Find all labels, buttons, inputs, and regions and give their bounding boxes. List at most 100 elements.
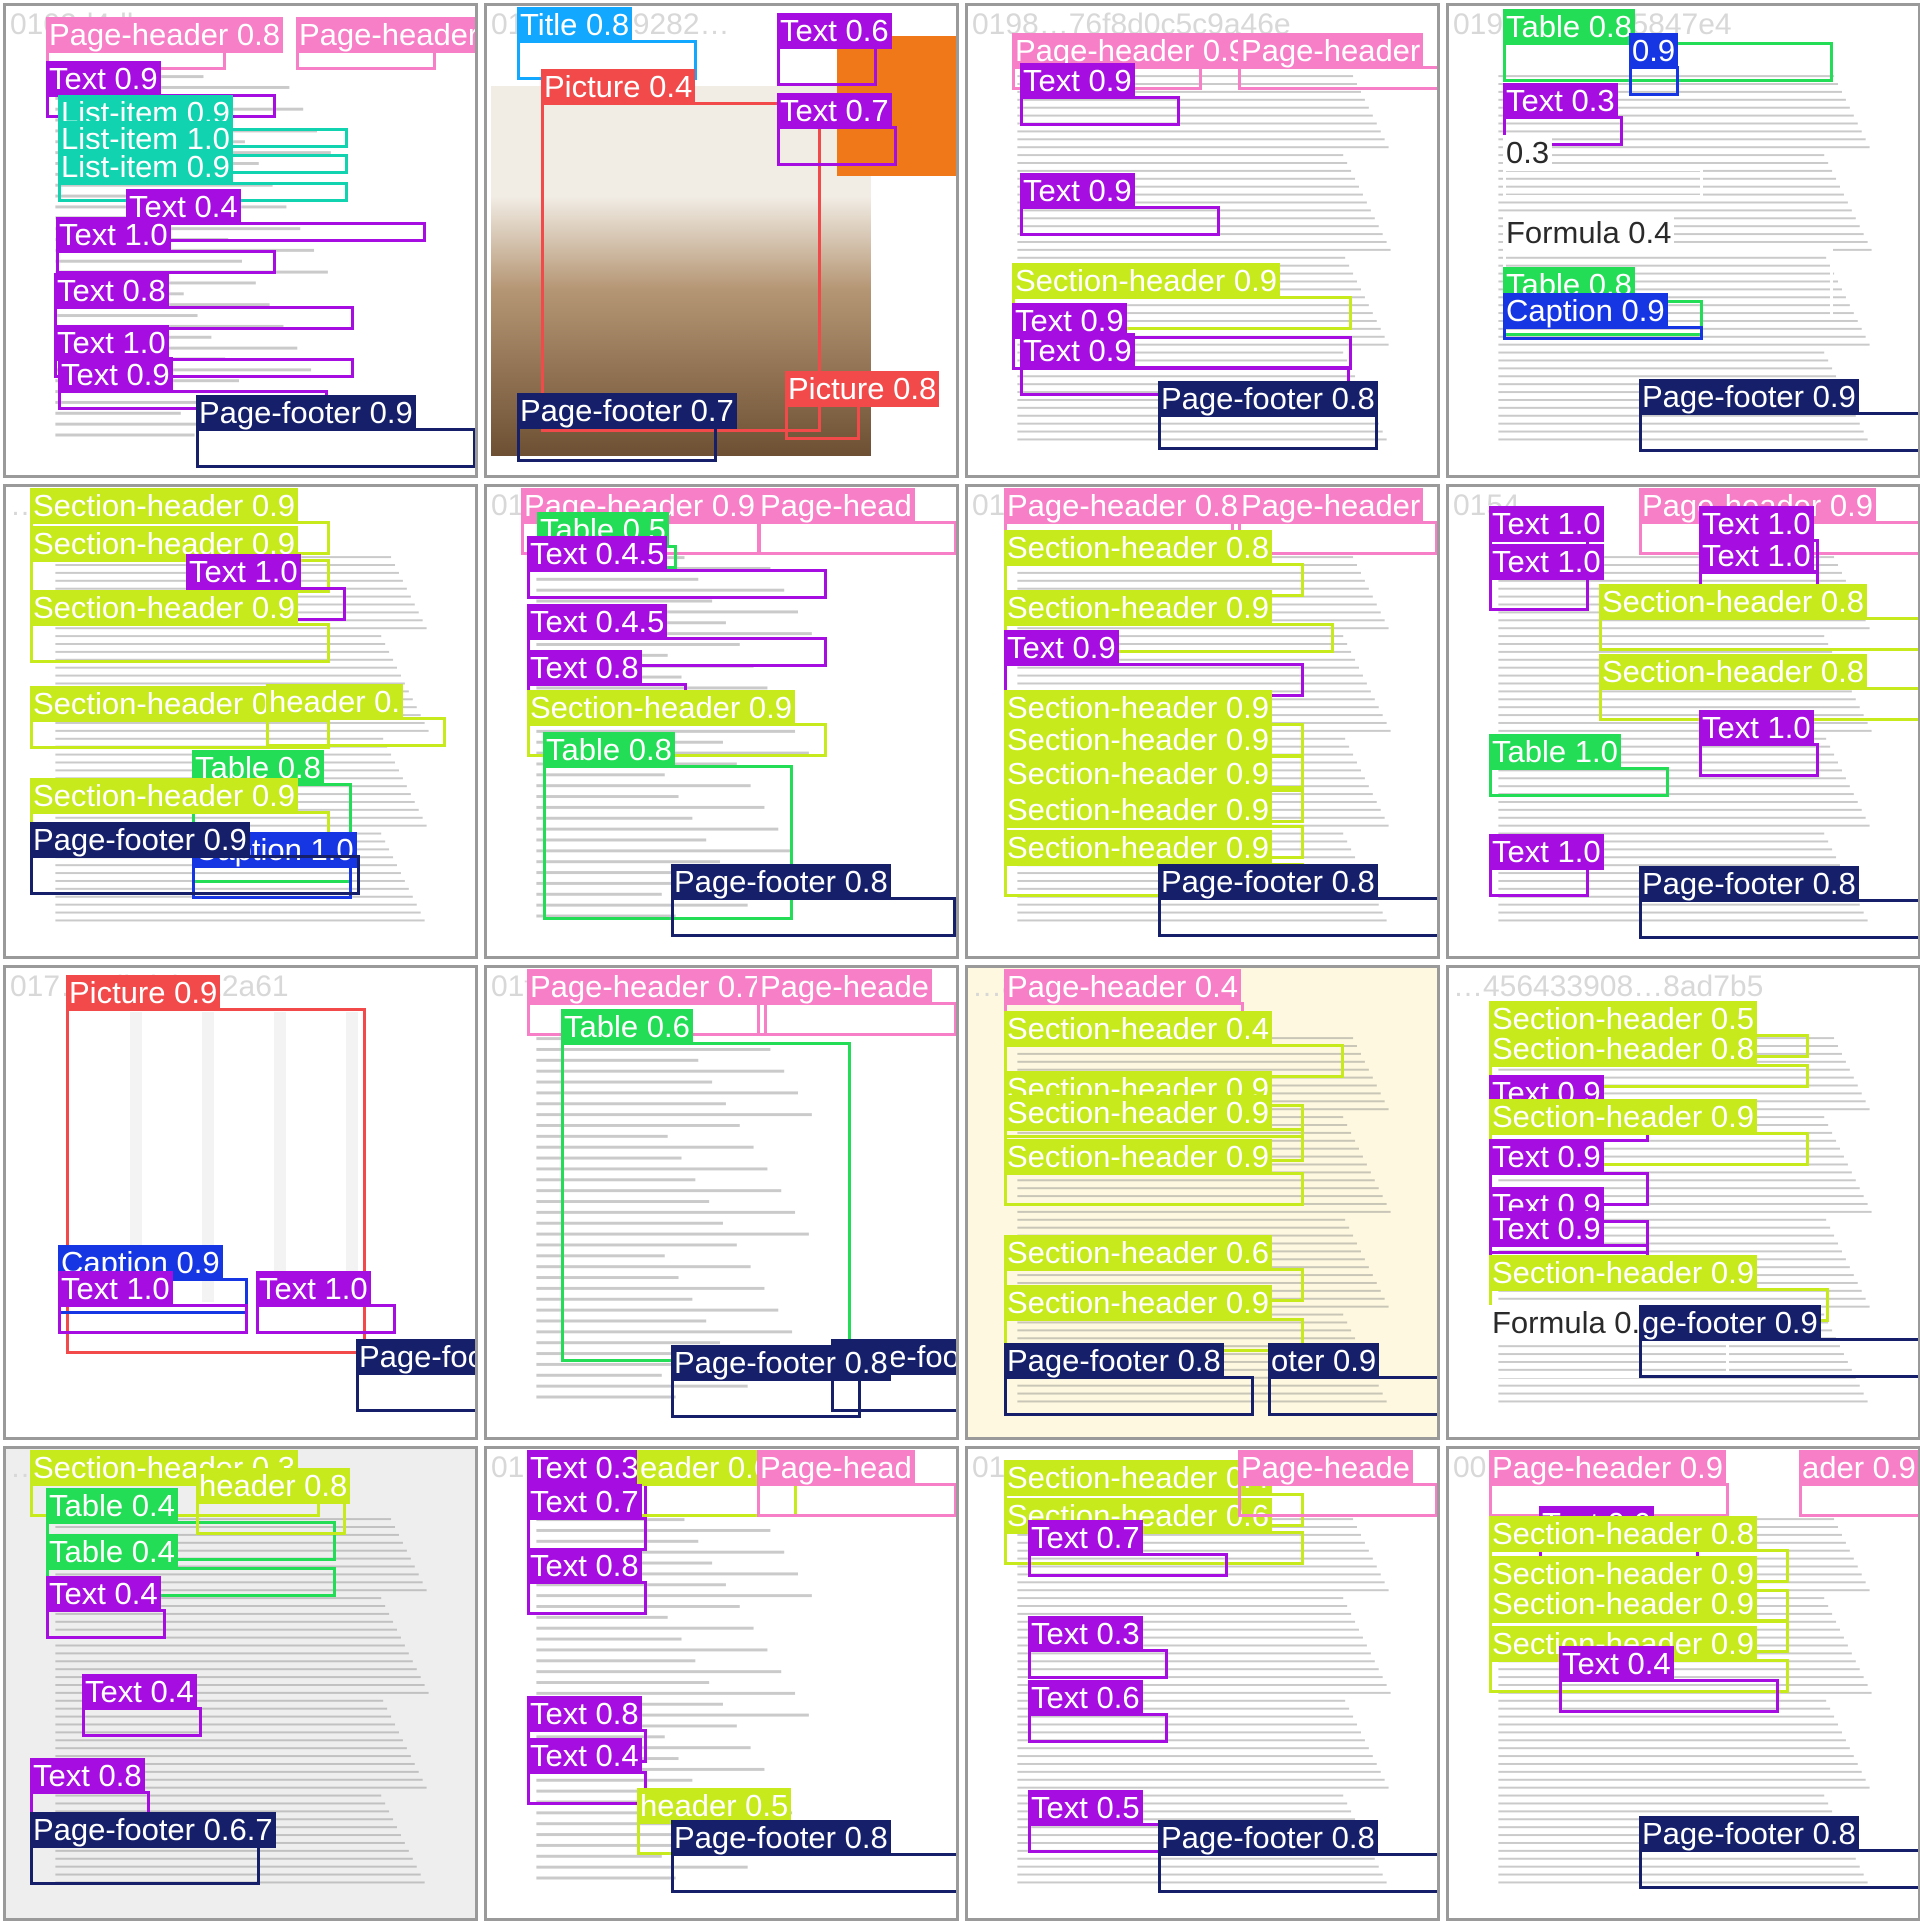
detection-label: Text 0.9 [1489, 1211, 1604, 1247]
detection-box-formula: 0.3 [1503, 135, 1703, 198]
page-text-line [1498, 1723, 1839, 1726]
detection-label: Text 0.6 [1028, 1680, 1143, 1716]
detection-label: 0.3 [1503, 135, 1553, 171]
page-text-line [1498, 1770, 1862, 1773]
page-text-line [1017, 154, 1344, 157]
page-text-line [1017, 1612, 1352, 1615]
detection-label: Section-header 0.9 [1004, 722, 1272, 758]
detection-box-text: Text 0.3 [1028, 1616, 1168, 1679]
detection-label: Text 0.4.5 [527, 604, 668, 640]
detection-label: Picture 0.8 [785, 371, 940, 407]
detection-label: Page-header 0.7 [527, 969, 764, 1005]
detection-label: header 0.5 [637, 1788, 792, 1824]
page-text-line [1017, 240, 1387, 243]
page-tile: 00…Page-header 0.9ader 0.9Text 0.6Sectio… [1446, 1446, 1920, 1921]
page-text-line [1017, 146, 1389, 149]
page-text-line [536, 1854, 662, 1858]
page-text-line [1017, 1605, 1348, 1607]
detection-label: oter 0.9 [1268, 1343, 1380, 1379]
detection-label: Picture 0.9 [66, 975, 221, 1011]
detection-label: Page-footer 0.8 [1158, 381, 1378, 417]
detection-label: Table 0.4 [46, 1534, 178, 1570]
page-text-line [55, 903, 417, 906]
page-text-line [1017, 1762, 1377, 1765]
detection-label: Section-header 0.9 [1004, 590, 1272, 626]
detection-label: Text 0.8 [30, 1758, 145, 1794]
page-text-line [55, 411, 181, 415]
detection-label: Page-header 0.8 [1004, 488, 1241, 524]
detection-box-page-footer: Page-footer 0.8 [671, 1345, 891, 1418]
page-text-line [1017, 138, 1385, 141]
page-text-line [55, 666, 397, 669]
page-text-line [1498, 146, 1870, 149]
page-text-line [55, 1755, 411, 1758]
detection-box-text: Text 1.0 [58, 1271, 248, 1334]
detection-label: Page-footer 0.8 [671, 1345, 891, 1381]
detection-box-text: Text 0.4.5 [527, 536, 827, 599]
page-tile: 01…Section-header 0.4Section-header 0.6P… [965, 1446, 1440, 1921]
detection-label: Section-header 0.9 [30, 686, 298, 722]
page-text-line [1498, 1762, 1858, 1765]
detection-box-picture: Picture 0.8 [785, 371, 940, 440]
detection-label: Text 0.9 [46, 61, 161, 97]
detection-box-text: Text 0.8 [527, 1548, 647, 1615]
detection-label: Section-header 0.4 [1004, 1011, 1272, 1047]
detection-label: Text 0.4 [527, 1738, 642, 1774]
page-text-line [1017, 130, 1381, 133]
detection-label: Text 0.3 [1028, 1616, 1143, 1652]
detection-label: Text 0.3 [1503, 83, 1618, 119]
page-text-line [1017, 256, 1346, 259]
detection-box-section-header: header 0.8 [196, 1468, 351, 1535]
page-text-line [1017, 1226, 1350, 1229]
page-tile: 01… Text 0.3 eader 0.6 Page-head Text 0.7 Tex… [484, 1446, 959, 1921]
detection-label: Section-header 0.8 [1599, 584, 1867, 620]
detection-label: Section-header 0.9 [30, 778, 298, 814]
detection-box-page-footer: Page-footer 0.8 [1158, 864, 1437, 937]
page-text-line [55, 433, 195, 437]
detection-label: Text 1.0 [1699, 538, 1814, 574]
detection-label: Page-header 0.9 [1489, 1450, 1726, 1486]
detection-label: Page-header [1238, 488, 1424, 524]
page-tile: …8e103Page-header 0.4Section-header 0.4S… [965, 965, 1440, 1440]
detection-label: Text 0.7 [1028, 1520, 1143, 1556]
page-text-line [1017, 1747, 1369, 1750]
page-text-line [1498, 367, 1833, 370]
detection-box-section-header: Section-header 0.9 [30, 590, 330, 663]
detection-label: Text 0.8 [527, 1696, 642, 1732]
detection-box-text: Text 1.0 [56, 217, 276, 274]
page-text-line [1017, 1589, 1389, 1592]
detection-label: Section-header 0.8 [1489, 1516, 1757, 1552]
detection-box-page-header: Page-heade [1238, 1450, 1437, 1517]
detection-label: Page-footer 0.8 [1639, 866, 1859, 902]
detection-label: Text 0.4 [82, 1674, 197, 1710]
page-text-line [55, 1747, 407, 1750]
detection-label: Caption 0.9 [1503, 293, 1668, 329]
detection-label: Page-footer 0.6.7 [30, 1812, 276, 1848]
detection-label: Section-header 0.4 [1004, 1460, 1272, 1496]
page-text-line [536, 1659, 696, 1663]
detection-box-caption: 0.9 [1629, 33, 1679, 96]
detection-label: Page-header 0.4 [1004, 969, 1241, 1005]
page-text-line [1498, 1755, 1854, 1758]
page-tile: 0102d4db…Page-header 0.8Page-header 0.9T… [3, 3, 478, 478]
detection-label: Page-footer 0.8 [671, 1820, 891, 1856]
detection-label: Text 0.9 [1020, 63, 1135, 99]
detection-label: Text 1.0 [1699, 710, 1814, 746]
page-text-line [1498, 816, 1866, 819]
page-text-line [55, 1739, 403, 1742]
detection-label: Page-header 0.8 [46, 17, 283, 53]
detection-box-page-header: Page-header [1238, 33, 1437, 90]
detection-label: Text 0.9 [1004, 630, 1119, 666]
detection-label: Text 0.7 [527, 1484, 642, 1520]
detection-label: Table 0.6 [561, 1009, 693, 1045]
page-text-line [1017, 1210, 1391, 1213]
detection-label: Page-head [757, 1450, 915, 1486]
detection-box-text: Text 0.7 [777, 93, 897, 166]
page-tile: 01f…Page-header 0.7Page-headeTable 0.6Pa… [484, 965, 959, 1440]
detection-box-page-footer: Page-footer 0.8 [1004, 1343, 1254, 1416]
detection-label: Table 0.4 [46, 1488, 178, 1524]
detection-label: Page-footer 0.8 [1158, 1820, 1378, 1856]
page-text-line [1017, 1770, 1381, 1773]
detection-label: Text 0.4.5 [527, 536, 668, 572]
detection-box-page-footer: Page-footer 0.8 [671, 1820, 956, 1893]
